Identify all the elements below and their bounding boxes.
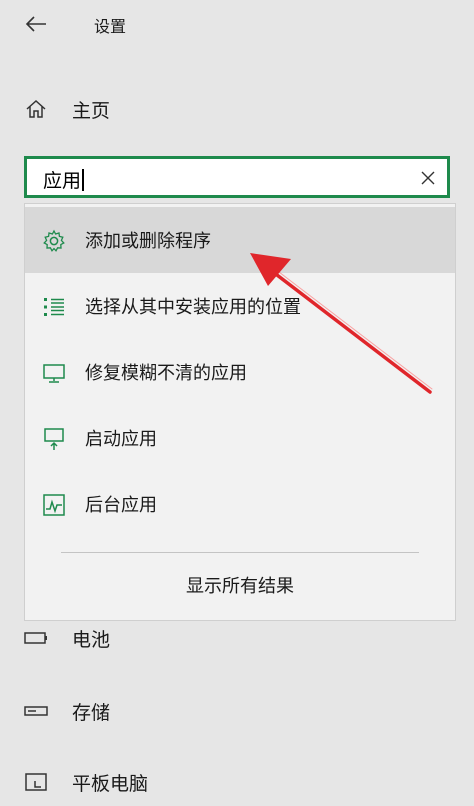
suggestion-fix-blurry-apps[interactable]: 修复模糊不清的应用 — [25, 339, 455, 405]
nav-item-battery[interactable]: 电池 — [0, 618, 474, 658]
nav-item-label: 存储 — [72, 701, 111, 724]
suggestion-background-apps[interactable]: 后台应用 — [25, 471, 455, 537]
search-suggestions-dropdown: 添加或删除程序 选择从其中安装应用的位置 修复模糊不清的应用 启动应用 后台应用… — [24, 203, 456, 621]
suggestion-label: 选择从其中安装应用的位置 — [85, 297, 301, 318]
nav-item-label: 平板电脑 — [72, 772, 149, 795]
back-arrow-icon — [25, 16, 46, 32]
title-bar: 设置 — [0, 0, 474, 48]
close-icon — [421, 171, 435, 185]
suggestion-add-remove-programs[interactable]: 添加或删除程序 — [25, 207, 455, 273]
dropdown-divider — [61, 552, 419, 553]
window-title: 设置 — [94, 17, 127, 36]
monitor-icon — [41, 360, 67, 386]
text-caret — [82, 169, 84, 191]
home-icon — [24, 97, 48, 121]
nav-item-home-label: 主页 — [72, 99, 111, 122]
suggestion-install-location[interactable]: 选择从其中安装应用的位置 — [25, 273, 455, 339]
gear-icon — [41, 228, 67, 254]
suggestion-label: 启动应用 — [85, 429, 157, 450]
search-input[interactable]: 应用 — [24, 156, 450, 198]
search-input-value: 应用 — [43, 166, 84, 193]
nav-item-storage[interactable]: 存储 — [0, 691, 474, 731]
suggestion-label: 修复模糊不清的应用 — [85, 363, 247, 384]
tablet-mode-icon — [24, 770, 48, 794]
nav-item-label: 电池 — [72, 628, 111, 651]
back-button[interactable] — [22, 12, 50, 36]
show-all-results-link[interactable]: 显示所有结果 — [25, 572, 455, 598]
activity-icon — [41, 492, 67, 518]
suggestion-startup-apps[interactable]: 启动应用 — [25, 405, 455, 471]
nav-item-home[interactable]: 主页 — [0, 89, 474, 129]
clear-search-button[interactable] — [417, 167, 439, 189]
list-icon — [41, 294, 67, 320]
startup-icon — [41, 426, 67, 452]
suggestion-label: 后台应用 — [85, 495, 157, 516]
suggestion-label: 添加或删除程序 — [85, 231, 211, 252]
battery-icon — [24, 626, 48, 650]
nav-item-tablet[interactable]: 平板电脑 — [0, 762, 474, 802]
storage-icon — [24, 699, 48, 723]
